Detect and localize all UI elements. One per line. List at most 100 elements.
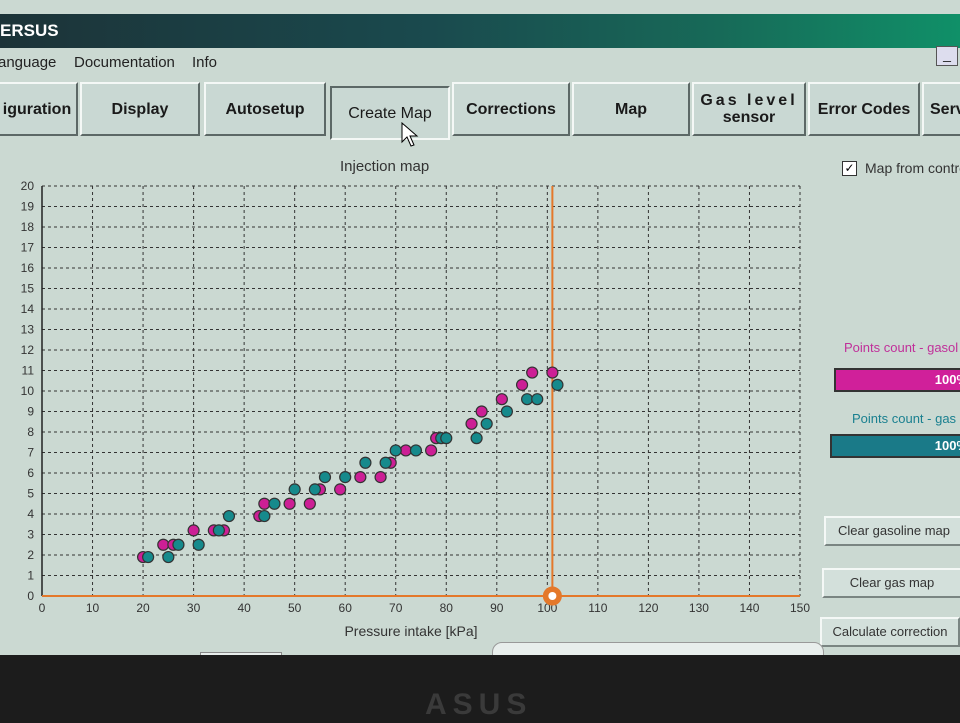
menu-info[interactable]: Info <box>192 54 217 71</box>
injection-map-chart[interactable]: 0 10 20 30 40 50 60 70 80 90 100 110 120 130 140 150012… <box>0 160 820 650</box>
gas-point <box>258 509 271 523</box>
gas-point <box>480 417 493 430</box>
gas-point <box>318 471 332 484</box>
tab-label-line2: sensor <box>722 109 776 126</box>
bottom-panel-edge <box>492 642 824 655</box>
tab-label: Error Codes <box>817 100 911 118</box>
x-tick-label: 110 <box>588 601 607 615</box>
bezel-brand-text: ASUS <box>425 688 532 718</box>
y-tick-label: 0 <box>27 589 34 603</box>
y-tick-label: 17 <box>21 241 35 255</box>
x-tick-label: 0 <box>39 601 46 615</box>
tab-label-line1: Gas level <box>700 92 798 109</box>
tab-label: Autosetup <box>225 100 305 118</box>
gasoline-point <box>354 471 367 484</box>
tab-error-codes[interactable]: Error Codes <box>808 82 920 136</box>
menu-language[interactable]: anguage <box>0 54 56 71</box>
y-tick-label: 4 <box>27 507 34 521</box>
x-tick-label: 90 <box>490 601 504 615</box>
tab-configuration[interactable]: iguration <box>0 82 78 136</box>
gasoline-point <box>465 417 478 430</box>
calculate-correction-button[interactable]: Calculate correction <box>820 617 960 647</box>
x-tick-label: 40 <box>237 601 251 615</box>
x-tick-label: 130 <box>689 601 709 615</box>
gas-point <box>389 444 402 457</box>
x-tick-label: 70 <box>389 601 403 615</box>
tab-map[interactable]: Map <box>572 82 690 136</box>
tab-service[interactable]: Serv <box>922 82 960 136</box>
gasoline-point <box>157 538 170 551</box>
gas-point <box>268 497 281 510</box>
tab-label: Display <box>111 100 169 118</box>
y-tick-label: 5 <box>27 487 34 501</box>
gasoline-point <box>187 524 200 537</box>
gasoline-point <box>475 405 488 418</box>
tab-display[interactable]: Display <box>80 82 200 136</box>
y-tick-label: 14 <box>21 302 35 316</box>
gas-point <box>308 483 321 496</box>
map-from-controller-checkbox[interactable]: ✓ <box>842 160 857 176</box>
gas-point <box>521 393 534 406</box>
gas-point <box>172 538 185 551</box>
y-tick-label: 16 <box>21 261 35 275</box>
gasoline-point <box>546 366 559 379</box>
y-tick-label: 12 <box>21 343 35 357</box>
window-title: ERSUS <box>0 21 59 40</box>
y-tick-label: 19 <box>21 200 35 214</box>
y-tick-label: 13 <box>21 323 35 337</box>
gasoline-point <box>526 366 539 379</box>
gas-point <box>531 393 544 406</box>
y-tick-label: 9 <box>27 405 34 419</box>
gas-point <box>551 378 564 391</box>
tab-label: Map <box>615 100 647 118</box>
y-tick-label: 7 <box>27 446 34 460</box>
map-from-controller-option[interactable]: ✓ Map from contro <box>842 160 960 176</box>
points-count-gasoline-value: 100% <box>934 372 960 387</box>
gasoline-point <box>495 393 508 406</box>
menu-documentation[interactable]: Documentation <box>74 54 175 71</box>
mouse-cursor-icon <box>401 122 419 147</box>
gasoline-point <box>334 483 347 496</box>
tab-bar: iguration Display Autosetup Create Map C… <box>0 82 960 144</box>
points-count-gas-value: 100% <box>934 438 960 453</box>
y-tick-label: 15 <box>21 282 35 296</box>
clear-gas-map-button[interactable]: Clear gas map <box>822 568 960 598</box>
x-tick-label: 150 <box>790 601 810 615</box>
x-tick-label: 20 <box>136 601 150 615</box>
gas-point <box>409 444 423 457</box>
gas-point <box>470 432 483 445</box>
map-from-controller-label: Map from contro <box>865 160 960 176</box>
gas-point <box>500 405 514 418</box>
gas-point <box>192 538 205 551</box>
tab-gas-level-sensor[interactable]: Gas level sensor <box>692 82 806 136</box>
gas-point <box>339 471 352 484</box>
gasoline-point <box>258 497 271 510</box>
tab-corrections[interactable]: Corrections <box>452 82 570 136</box>
y-tick-label: 11 <box>22 364 35 378</box>
clear-gasoline-map-button[interactable]: Clear gasoline map <box>824 516 960 546</box>
gas-point <box>212 524 225 537</box>
x-tick-label: 10 <box>86 601 100 615</box>
gasoline-point <box>515 378 529 391</box>
app-window: ERSUS _ anguage Documentation Info igura… <box>0 0 960 655</box>
x-axis-label: Pressure intake [kPa] <box>344 623 477 639</box>
y-tick-label: 18 <box>21 220 35 234</box>
y-tick-label: 20 <box>21 179 35 193</box>
x-tick-label: 80 <box>440 601 454 615</box>
x-tick-label: 60 <box>339 601 353 615</box>
y-tick-label: 8 <box>27 425 34 439</box>
tab-autosetup[interactable]: Autosetup <box>204 82 326 136</box>
tab-label: Corrections <box>466 100 556 118</box>
gas-point <box>288 483 301 496</box>
gasoline-point <box>374 471 387 484</box>
y-tick-label: 10 <box>21 384 35 398</box>
x-tick-label: 120 <box>638 601 658 615</box>
y-tick-label: 2 <box>27 548 34 562</box>
tab-create-map[interactable]: Create Map <box>330 86 450 140</box>
gasoline-point <box>303 497 316 510</box>
gas-point <box>359 456 372 469</box>
laptop-bezel-logo: ASUS <box>425 688 565 723</box>
tab-label: Create Map <box>348 104 432 122</box>
gas-point <box>162 550 175 564</box>
points-count-gasoline-label: Points count - gasol <box>844 340 959 355</box>
